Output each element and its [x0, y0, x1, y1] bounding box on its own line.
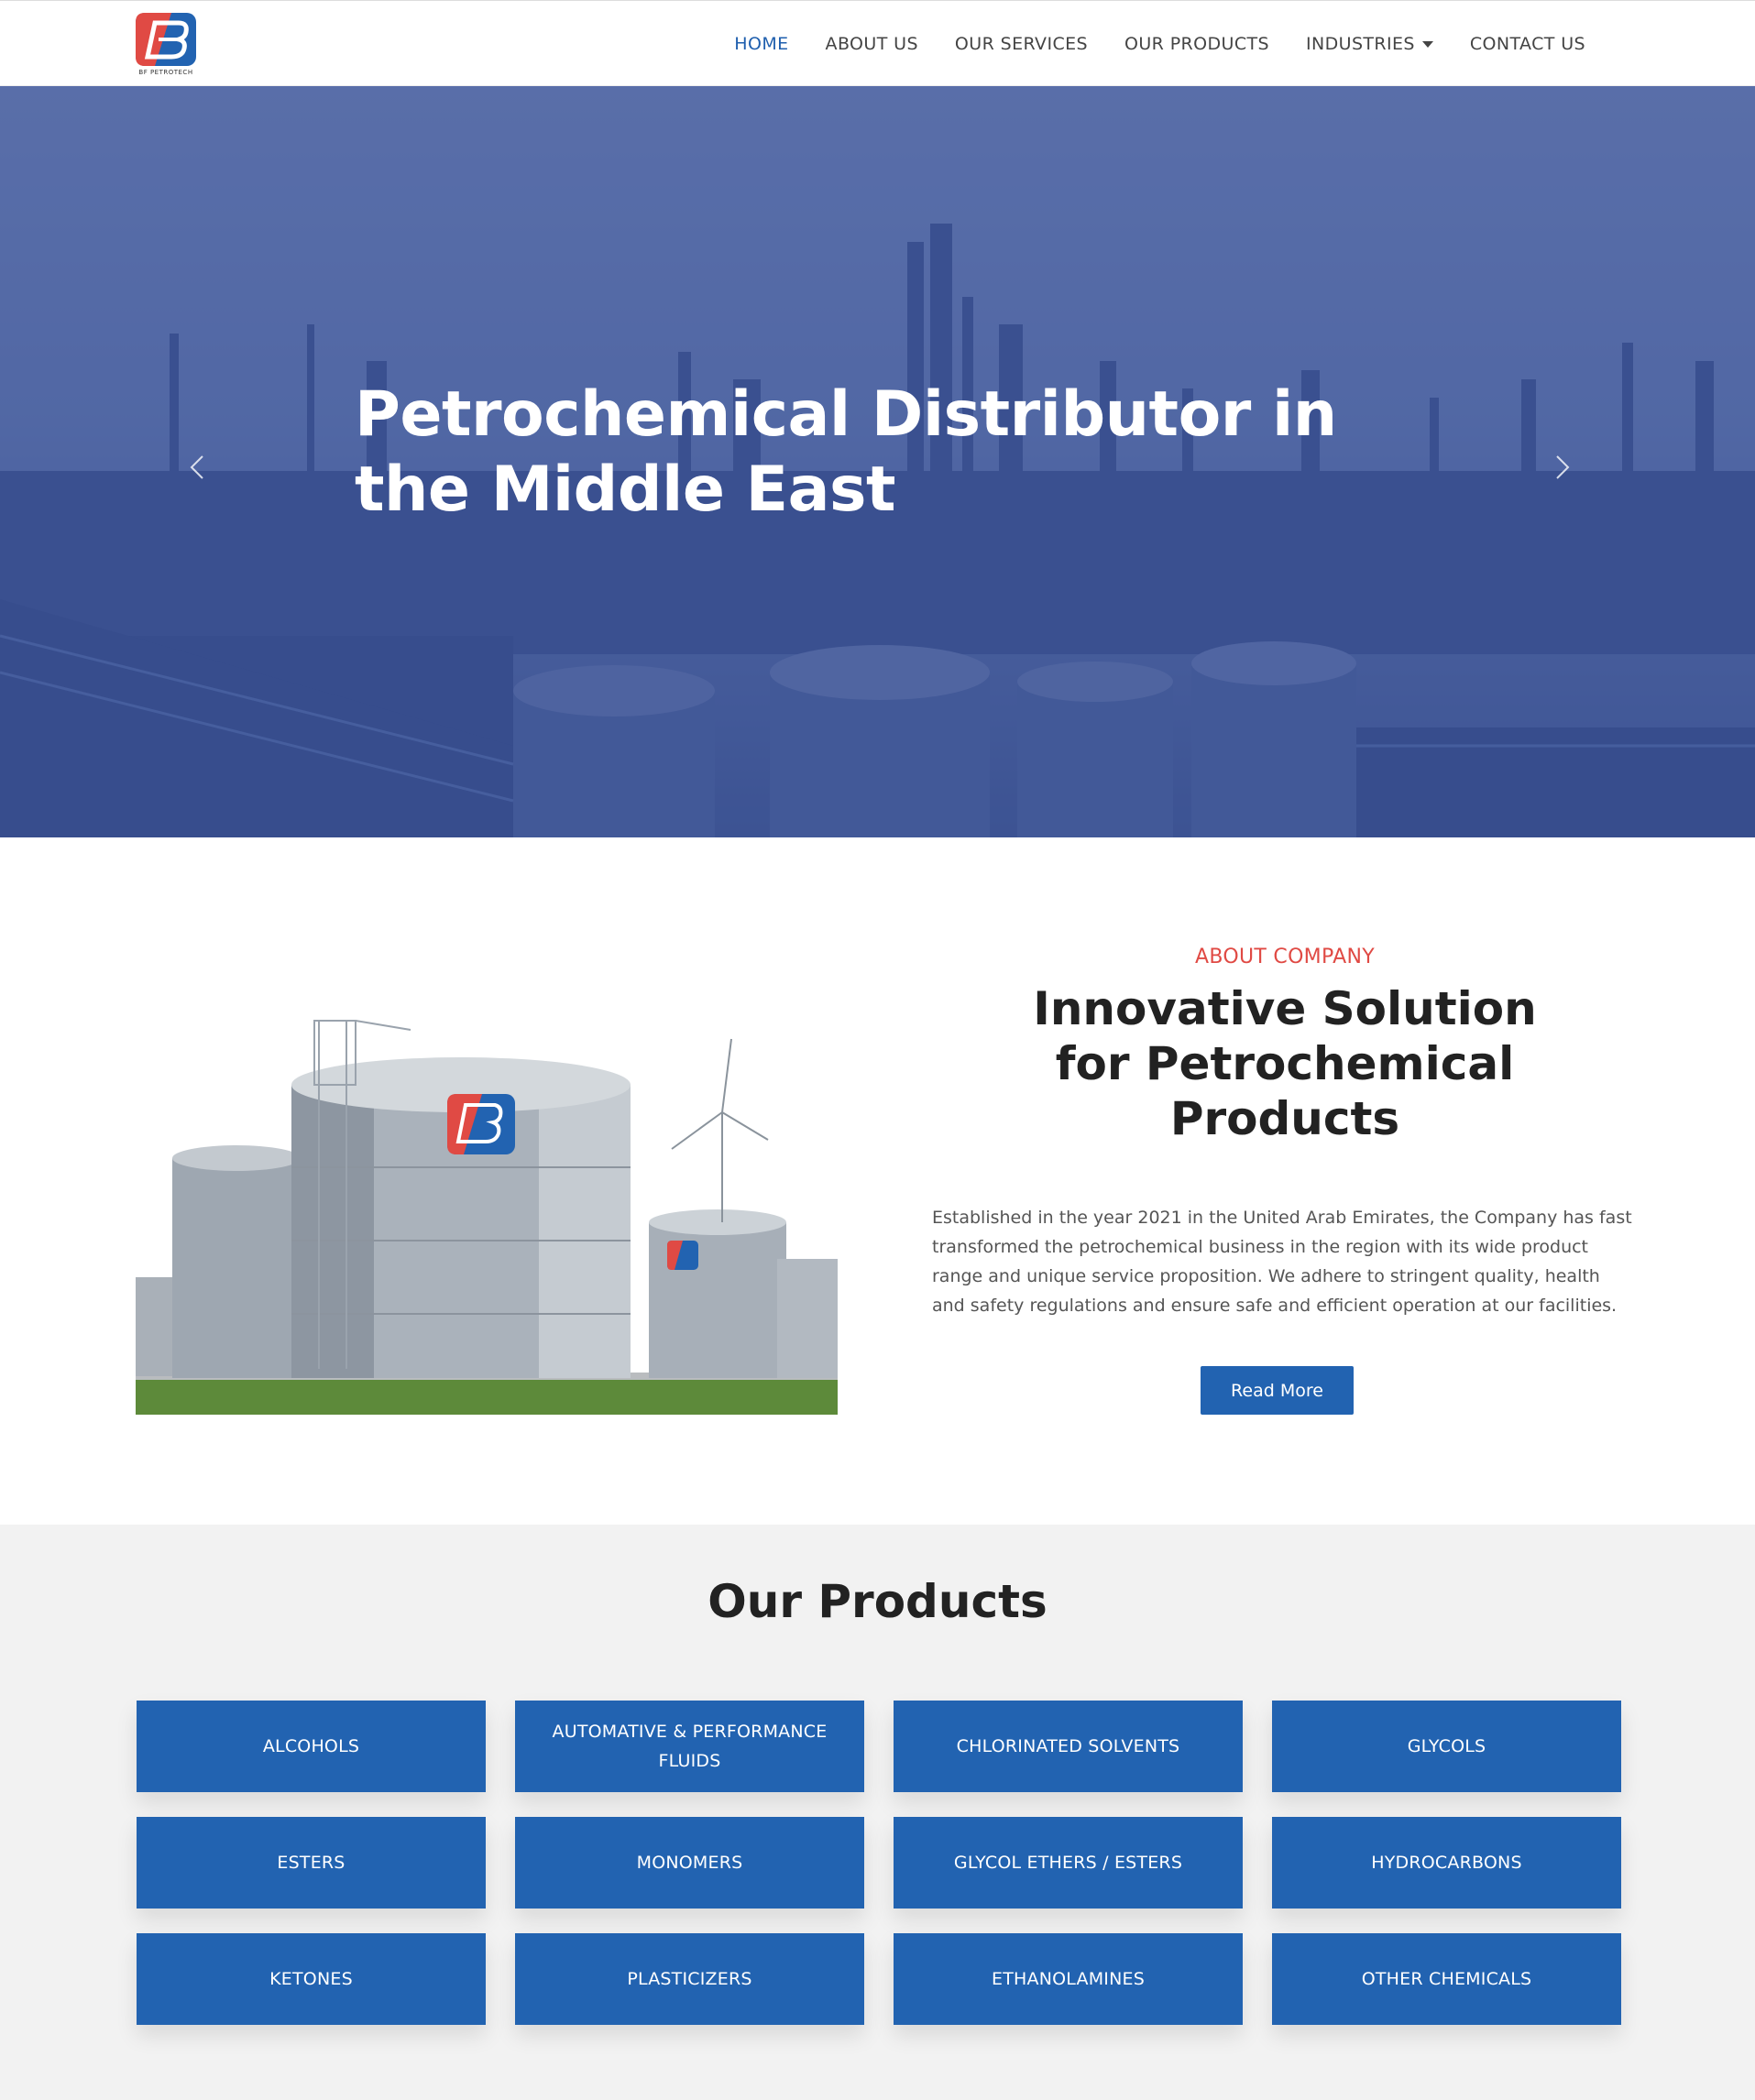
logo-text: BF PETROTECH — [138, 69, 193, 76]
about-section: ABOUT COMPANY Innovative Solution for Pe… — [0, 837, 1755, 1525]
about-content: ABOUT COMPANY Innovative Solution for Pe… — [932, 946, 1638, 1320]
product-card-alcohols[interactable]: ALCOHOLS — [137, 1701, 486, 1792]
nav-our-services[interactable]: OUR SERVICES — [937, 34, 1106, 54]
about-heading: Innovative Solution for Petrochemical Pr… — [1033, 982, 1537, 1145]
product-card-esters[interactable]: ESTERS — [137, 1817, 486, 1909]
product-grid: ALCOHOLS AUTOMATIVE & PERFORMANCE FLUIDS… — [137, 1701, 1621, 2025]
nav-contact-us[interactable]: CONTACT US — [1452, 34, 1604, 54]
nav-home[interactable]: HOME — [716, 34, 806, 54]
nav-contact-us-label: CONTACT US — [1469, 34, 1585, 54]
about-eyebrow: ABOUT COMPANY — [1195, 946, 1375, 968]
storage-tanks-image — [136, 1002, 838, 1415]
product-card-hydrocarbons[interactable]: HYDROCARBONS — [1272, 1817, 1621, 1909]
products-section: Our Products ALCOHOLS AUTOMATIVE & PERFO… — [0, 1525, 1755, 2100]
product-card-ketones[interactable]: KETONES — [137, 1933, 486, 2025]
product-card-chlorinated-solvents[interactable]: CHLORINATED SOLVENTS — [894, 1701, 1243, 1792]
product-card-ethanolamines[interactable]: ETHANOLAMINES — [894, 1933, 1243, 2025]
navbar: BF PETROTECH HOME ABOUT US OUR SERVICES … — [0, 0, 1755, 86]
products-title: Our Products — [707, 1575, 1048, 1628]
product-card-monomers[interactable]: MONOMERS — [515, 1817, 864, 1909]
product-card-glycols[interactable]: GLYCOLS — [1272, 1701, 1621, 1792]
caret-down-icon — [1421, 40, 1433, 48]
nav-our-services-label: OUR SERVICES — [954, 34, 1088, 54]
nav-our-products-label: OUR PRODUCTS — [1124, 34, 1269, 54]
hero-slider: Petrochemical Distributor in the Middle … — [0, 86, 1755, 837]
product-card-automative-performance-fluids[interactable]: AUTOMATIVE & PERFORMANCE FLUIDS — [515, 1701, 864, 1792]
about-text: Established in the year 2021 in the Unit… — [932, 1208, 1632, 1316]
nav-industries-label: INDUSTRIES — [1306, 34, 1415, 54]
product-card-plasticizers[interactable]: PLASTICIZERS — [515, 1933, 864, 2025]
hero-title: Petrochemical Distributor in the Middle … — [355, 378, 1337, 526]
read-more-button[interactable]: Read More — [1201, 1366, 1354, 1415]
product-card-other-chemicals[interactable]: OTHER CHEMICALS — [1272, 1933, 1621, 2025]
brand-logo[interactable]: BF PETROTECH — [135, 12, 197, 78]
carousel-prev-icon[interactable] — [179, 440, 215, 495]
nav-home-label: HOME — [734, 34, 789, 54]
nav-our-products[interactable]: OUR PRODUCTS — [1106, 34, 1288, 54]
nav-industries-dropdown[interactable]: INDUSTRIES — [1288, 34, 1452, 54]
logo-badge-icon — [136, 13, 196, 66]
main-nav: HOME ABOUT US OUR SERVICES OUR PRODUCTS … — [716, 1, 1604, 87]
product-card-glycol-ethers-esters[interactable]: GLYCOL ETHERS / ESTERS — [894, 1817, 1243, 1909]
nav-about-us[interactable]: ABOUT US — [807, 34, 937, 54]
carousel-next-icon[interactable] — [1544, 440, 1581, 495]
nav-about-us-label: ABOUT US — [825, 34, 918, 54]
